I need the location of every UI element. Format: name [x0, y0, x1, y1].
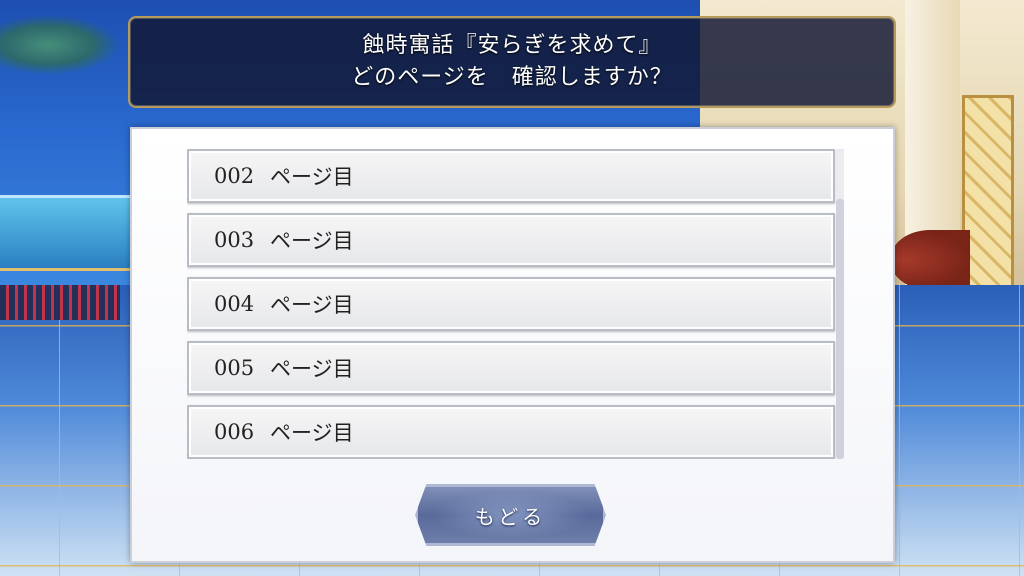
list-item[interactable]: 002 ページ目 [187, 149, 835, 203]
list-item[interactable]: 005 ページ目 [187, 341, 835, 395]
background-carpet [890, 230, 970, 290]
page-suffix: ページ目 [270, 229, 354, 253]
list-item[interactable]: 003 ページ目 [187, 213, 835, 267]
page-number: 005 [214, 356, 255, 380]
background-rail [0, 195, 135, 271]
page-list[interactable]: 002 ページ目 003 ページ目 004 ページ目 005 ページ目 006 … [187, 149, 845, 459]
page-number: 002 [214, 164, 255, 188]
page-number: 006 [214, 420, 255, 444]
background-console [0, 285, 120, 320]
page-number: 003 [214, 228, 255, 252]
page-suffix: ページ目 [270, 421, 354, 445]
back-button-label: もどる [474, 504, 547, 529]
list-scrollbar[interactable] [836, 149, 844, 459]
list-item[interactable]: 004 ページ目 [187, 277, 835, 331]
prompt-text: どのページを 確認しますか？ [351, 65, 673, 90]
page-select-dialog: 002 ページ目 003 ページ目 004 ページ目 005 ページ目 006 … [130, 127, 895, 563]
page-suffix: ページ目 [270, 357, 354, 381]
list-item[interactable]: 006 ページ目 [187, 405, 835, 459]
page-number: 004 [214, 292, 255, 316]
back-button[interactable]: もどる [415, 484, 606, 546]
page-suffix: ページ目 [270, 293, 354, 317]
title-banner: 蝕時寓話『安らぎを求めて』 どのページを 確認しますか？ [128, 16, 896, 108]
book-title: 蝕時寓話『安らぎを求めて』 [362, 33, 662, 58]
background-island [0, 15, 120, 75]
page-suffix: ページ目 [270, 165, 354, 189]
scroll-thumb[interactable] [836, 199, 844, 459]
